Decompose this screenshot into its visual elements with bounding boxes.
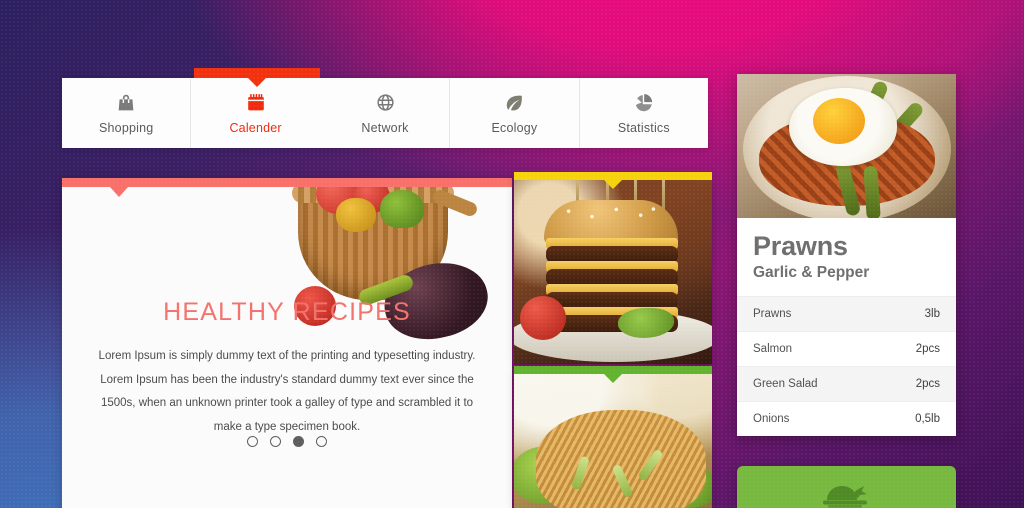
hero-content: HEALTHY RECIPES Lorem Ipsum is simply du… (62, 178, 512, 439)
recipe-heading: Prawns Garlic & Pepper (737, 218, 956, 296)
prawns-with-fried-egg-photo (737, 74, 956, 218)
nav-tab-label: Calender (229, 120, 282, 135)
ingredient-name: Salmon (753, 342, 792, 355)
leaf-icon (503, 92, 525, 114)
roast-dish-card[interactable] (737, 466, 956, 508)
thumbnail-accent-bar (514, 366, 712, 374)
nav-tab-label: Shopping (98, 120, 154, 135)
nav-tab-statistics[interactable]: Statistics (580, 78, 708, 148)
ingredient-row: Prawns 3lb (737, 295, 956, 331)
hero-accent-bar (62, 178, 512, 197)
ingredient-name: Prawns (753, 307, 792, 320)
globe-icon (375, 92, 396, 114)
thumbnail-burger[interactable] (514, 172, 712, 364)
recipe-subtitle: Garlic & Pepper (753, 263, 870, 281)
nav-tab-label: Ecology (491, 120, 538, 135)
calendar-icon (245, 92, 267, 114)
nav-tab-label: Network (361, 120, 409, 135)
carousel-dots (62, 436, 512, 447)
main-navigation: Shopping Calender Network Ecology Statis… (62, 78, 708, 148)
shopping-bag-icon (115, 92, 137, 114)
carousel-dot-active[interactable] (293, 436, 304, 447)
ingredient-row: Salmon 2pcs (737, 330, 956, 366)
hero-title: HEALTHY RECIPES (163, 298, 411, 326)
carousel-dot[interactable] (270, 436, 281, 447)
ingredient-list: Prawns 3lb Salmon 2pcs Green Salad 2pcs … (737, 295, 956, 436)
thumbnail-accent-bar (514, 172, 712, 180)
active-tab-accent-bar (194, 68, 320, 78)
ingredient-amount: 3lb (924, 307, 940, 320)
roast-turkey-icon (819, 478, 875, 508)
noodles-photo (514, 366, 712, 508)
ingredient-amount: 0,5lb (915, 412, 940, 425)
ingredient-amount: 2pcs (915, 342, 940, 355)
carousel-dot[interactable] (247, 436, 258, 447)
nav-tab-calender[interactable]: Calender (191, 78, 320, 148)
ingredient-amount: 2pcs (915, 377, 940, 390)
pie-chart-icon (633, 92, 654, 114)
nav-tab-ecology[interactable]: Ecology (450, 78, 580, 148)
recipe-card: Prawns Garlic & Pepper Prawns 3lb Salmon… (737, 74, 956, 436)
burger-photo (514, 172, 712, 364)
ingredient-row: Onions 0,5lb (737, 400, 956, 436)
app-root: Shopping Calender Network Ecology Statis… (0, 0, 1024, 508)
carousel-dot[interactable] (316, 436, 327, 447)
ingredient-name: Onions (753, 412, 790, 425)
ingredient-row: Green Salad 2pcs (737, 365, 956, 401)
ingredient-name: Green Salad (753, 377, 818, 390)
thumbnail-noodles[interactable] (514, 366, 712, 508)
nav-tab-label: Statistics (617, 120, 670, 135)
nav-tab-shopping[interactable]: Shopping (62, 78, 192, 148)
hero-description: Lorem Ipsum is simply dummy text of the … (98, 350, 476, 433)
recipe-title: Prawns (753, 231, 848, 261)
nav-tab-network[interactable]: Network (321, 78, 451, 148)
hero-panel: HEALTHY RECIPES Lorem Ipsum is simply du… (62, 178, 512, 508)
